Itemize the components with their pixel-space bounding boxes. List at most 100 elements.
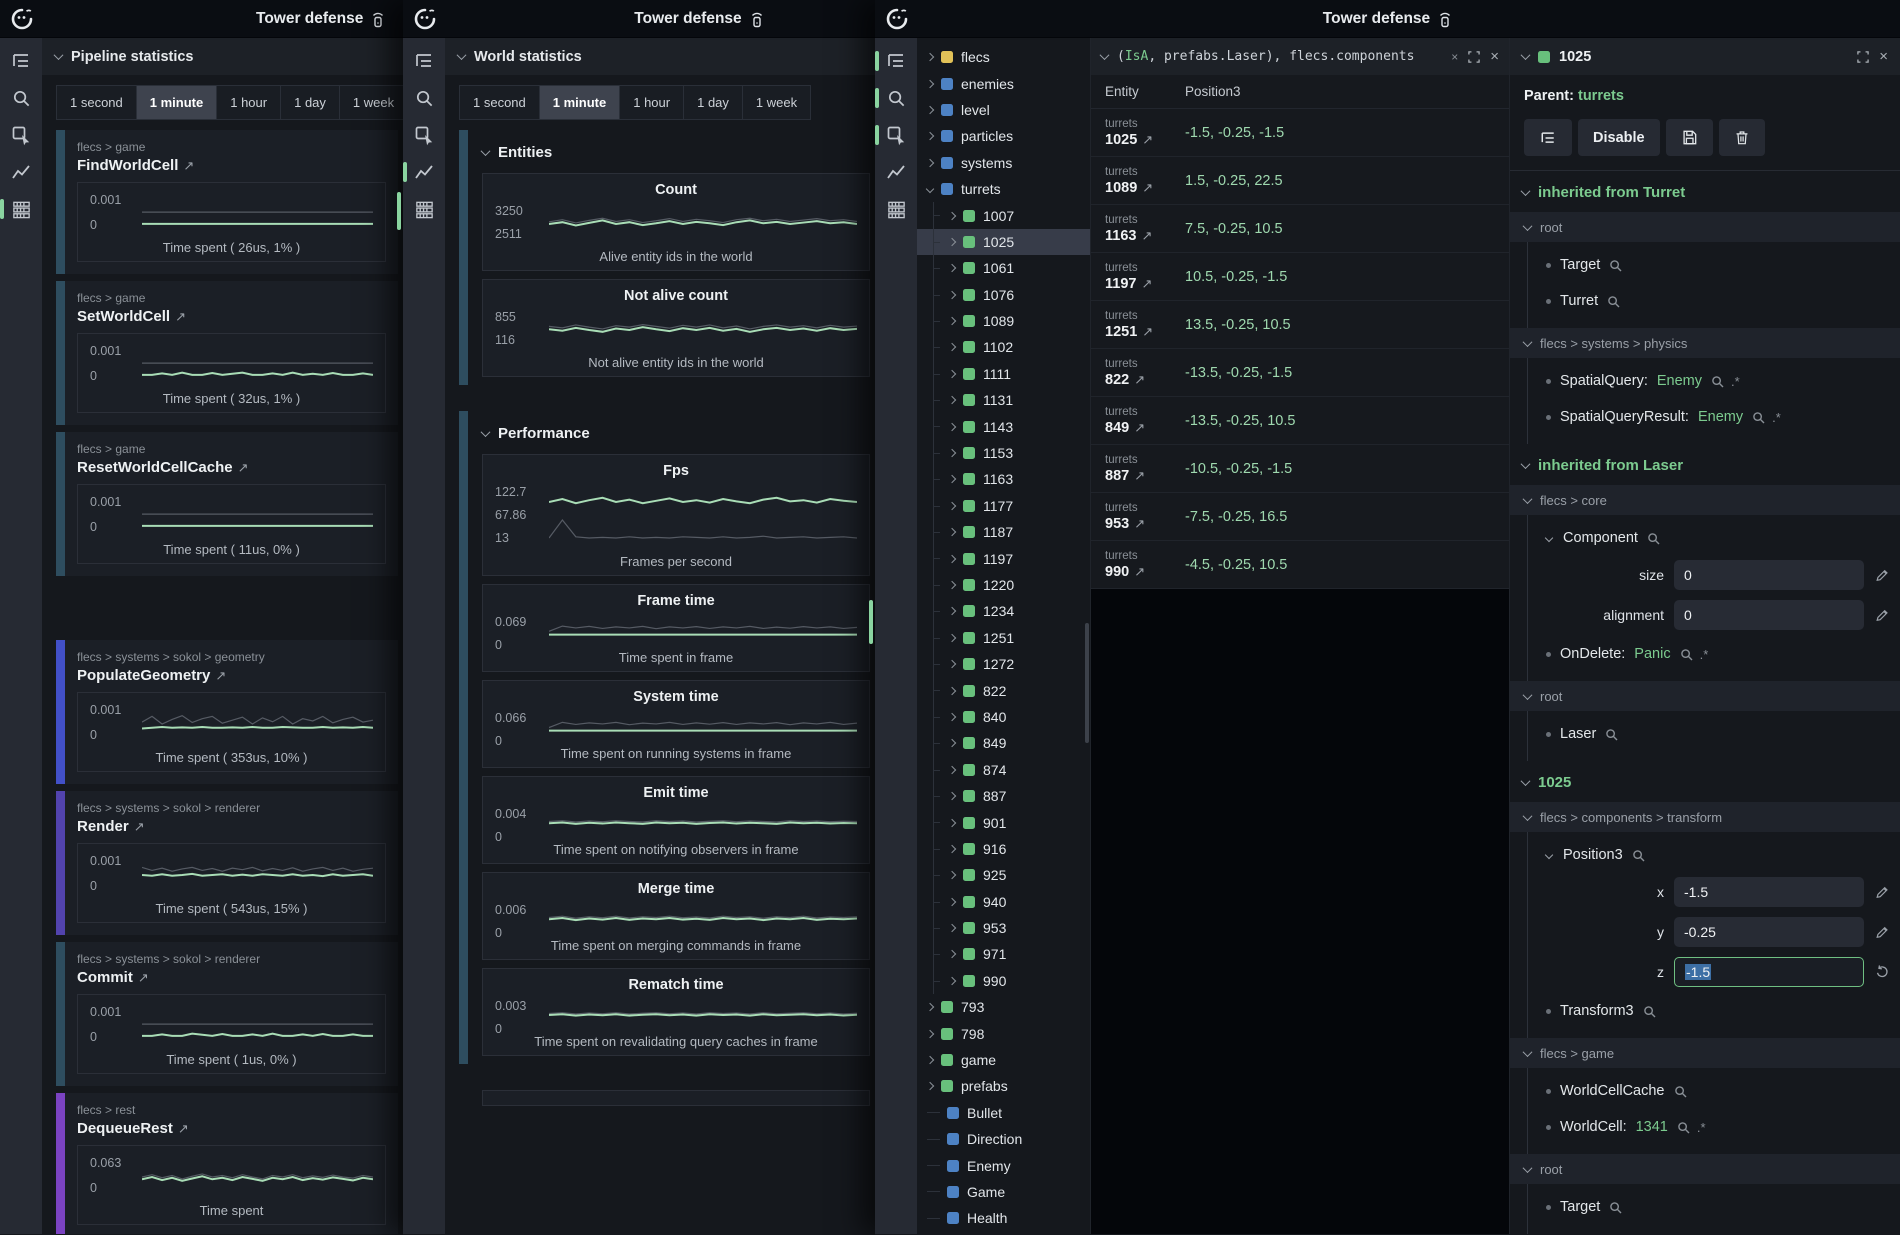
component-group-flecs-components-transform[interactable]: flecs > components > transform <box>1510 802 1900 832</box>
stat-card-Commit[interactable]: flecs > systems > sokol > rendererCommit… <box>56 942 398 1086</box>
component-spatialquery[interactable]: SpatialQuery:Enemy.* <box>1528 363 1900 399</box>
tree-item-1251[interactable]: 1251 <box>917 625 1090 651</box>
statistics-icon[interactable] <box>875 161 917 183</box>
component-transform3[interactable]: Transform3 <box>1528 993 1900 1029</box>
tree-item-1220[interactable]: 1220 <box>917 572 1090 598</box>
component-target[interactable]: Target <box>1528 247 1900 283</box>
tree-item-1163[interactable]: 1163 <box>917 466 1090 492</box>
field-input-y[interactable]: -0.25 <box>1674 917 1864 947</box>
metric-chart-rematch-time[interactable]: Rematch time0.0030Time spent on revalida… <box>482 968 870 1056</box>
entity-cell[interactable]: turrets953↗ <box>1091 501 1185 533</box>
search-icon[interactable] <box>1680 648 1693 661</box>
field-input-z[interactable]: -1.5 <box>1674 957 1864 987</box>
component-group-root[interactable]: root <box>1510 681 1900 711</box>
search-icon[interactable] <box>1711 375 1724 388</box>
entity-cell[interactable]: turrets1025↗ <box>1091 117 1185 149</box>
tree-item-Game[interactable]: Game <box>917 1179 1090 1205</box>
field-input-size[interactable]: 0 <box>1674 560 1864 590</box>
parent-link[interactable]: turrets <box>1578 88 1624 104</box>
system-name[interactable]: Commit↗ <box>77 969 386 986</box>
chevron-down-icon[interactable] <box>1545 851 1553 859</box>
search-icon[interactable] <box>1609 1201 1622 1214</box>
search-icon[interactable] <box>1609 259 1622 272</box>
chevron-right-icon[interactable] <box>948 317 956 325</box>
chevron-right-icon[interactable] <box>926 79 934 87</box>
tree-item-flecs[interactable]: flecs <box>917 44 1090 70</box>
query-result-row[interactable]: turrets1251↗13.5, -0.25, 10.5 <box>1091 301 1509 349</box>
tab-1-minute[interactable]: 1 minute <box>137 86 216 119</box>
entity-id[interactable]: 1197↗ <box>1105 275 1185 293</box>
tree-item-particles[interactable]: particles <box>917 123 1090 149</box>
chevron-right-icon[interactable] <box>948 422 956 430</box>
system-name[interactable]: ResetWorldCellCache↗ <box>77 459 386 476</box>
open-link-icon[interactable]: ↗ <box>1142 180 1153 195</box>
chevron-right-icon[interactable] <box>926 1029 934 1037</box>
chevron-down-icon[interactable] <box>1545 534 1553 542</box>
entity-id[interactable]: 822↗ <box>1105 371 1185 389</box>
stat-card-DequeueRest[interactable]: flecs > restDequeueRest↗0.0630Time spent <box>56 1093 398 1234</box>
open-link-icon[interactable]: ↗ <box>215 668 226 683</box>
inspector-section-inherited-from-laser[interactable]: inherited from Laser <box>1510 444 1900 485</box>
edit-pencil-icon[interactable] <box>1874 607 1890 623</box>
chevron-right-icon[interactable] <box>948 290 956 298</box>
chevron-right-icon[interactable] <box>926 1082 934 1090</box>
chevron-right-icon[interactable] <box>948 343 956 351</box>
tree-item-793[interactable]: 793 <box>917 994 1090 1020</box>
tab-1-week[interactable]: 1 week <box>743 86 810 119</box>
tab-1-hour[interactable]: 1 hour <box>217 86 280 119</box>
expand-panel-icon[interactable] <box>1856 50 1870 64</box>
query-result-row[interactable]: turrets953↗-7.5, -0.25, 16.5 <box>1091 493 1509 541</box>
chevron-right-icon[interactable] <box>948 581 956 589</box>
search-icon[interactable] <box>1752 411 1765 424</box>
component-worldcellcache[interactable]: WorldCellCache <box>1528 1073 1900 1109</box>
tab-1-second[interactable]: 1 second <box>57 86 136 119</box>
tree-item-953[interactable]: 953 <box>917 915 1090 941</box>
component-component[interactable]: Component <box>1528 520 1900 556</box>
tab-1-hour[interactable]: 1 hour <box>620 86 683 119</box>
system-name[interactable]: Render↗ <box>77 818 386 835</box>
chevron-right-icon[interactable] <box>948 634 956 642</box>
tree-item-1153[interactable]: 1153 <box>917 440 1090 466</box>
pipeline-tables-icon[interactable] <box>403 198 445 220</box>
tree-item-990[interactable]: 990 <box>917 968 1090 994</box>
panel-header-pipeline-statistics[interactable]: Pipeline statistics <box>42 38 403 75</box>
edit-pencil-icon[interactable] <box>1874 884 1890 900</box>
component-position3[interactable]: Position3 <box>1528 837 1900 873</box>
search-icon[interactable] <box>1605 728 1618 741</box>
stat-card-SetWorldCell[interactable]: flecs > gameSetWorldCell↗0.0010Time spen… <box>56 281 398 425</box>
inspector-section-1025[interactable]: 1025 <box>1510 761 1900 802</box>
component-turret[interactable]: Turret <box>1528 283 1900 319</box>
game-viewport[interactable] <box>1091 589 1509 1234</box>
open-link-icon[interactable]: ↗ <box>1142 132 1153 147</box>
chevron-right-icon[interactable] <box>948 845 956 853</box>
tree-item-1143[interactable]: 1143 <box>917 413 1090 439</box>
component-worldcell[interactable]: WorldCell:1341.* <box>1528 1109 1900 1145</box>
chevron-right-icon[interactable] <box>948 792 956 800</box>
chevron-right-icon[interactable] <box>948 950 956 958</box>
tree-item-1076[interactable]: 1076 <box>917 282 1090 308</box>
component-value-link[interactable]: Panic <box>1634 646 1670 662</box>
chevron-right-icon[interactable] <box>926 132 934 140</box>
section-header[interactable]: Performance <box>482 419 870 454</box>
open-link-icon[interactable]: ↗ <box>183 158 194 173</box>
outline-tree-icon[interactable] <box>0 50 42 72</box>
open-link-icon[interactable]: ↗ <box>175 309 186 324</box>
component-group-root[interactable]: root <box>1510 212 1900 242</box>
statistics-icon[interactable] <box>403 161 445 183</box>
metric-chart-emit-time[interactable]: Emit time0.0040Time spent on notifying o… <box>482 776 870 864</box>
save-button[interactable] <box>1666 119 1713 156</box>
column-header-position3[interactable]: Position3 <box>1185 84 1241 99</box>
open-link-icon[interactable]: ↗ <box>1134 372 1145 387</box>
open-link-icon[interactable]: ↗ <box>134 819 145 834</box>
chevron-right-icon[interactable] <box>948 977 956 985</box>
chevron-right-icon[interactable] <box>926 106 934 114</box>
inspect-entity-icon[interactable] <box>403 124 445 146</box>
tree-item-916[interactable]: 916 <box>917 836 1090 862</box>
chevron-right-icon[interactable] <box>948 554 956 562</box>
tree-item-game[interactable]: game <box>917 1047 1090 1073</box>
inspect-entity-icon[interactable] <box>0 124 42 146</box>
chevron-right-icon[interactable] <box>948 897 956 905</box>
tree-item-901[interactable]: 901 <box>917 809 1090 835</box>
tree-item-Bullet[interactable]: Bullet <box>917 1100 1090 1126</box>
tab-1-minute[interactable]: 1 minute <box>540 86 619 119</box>
